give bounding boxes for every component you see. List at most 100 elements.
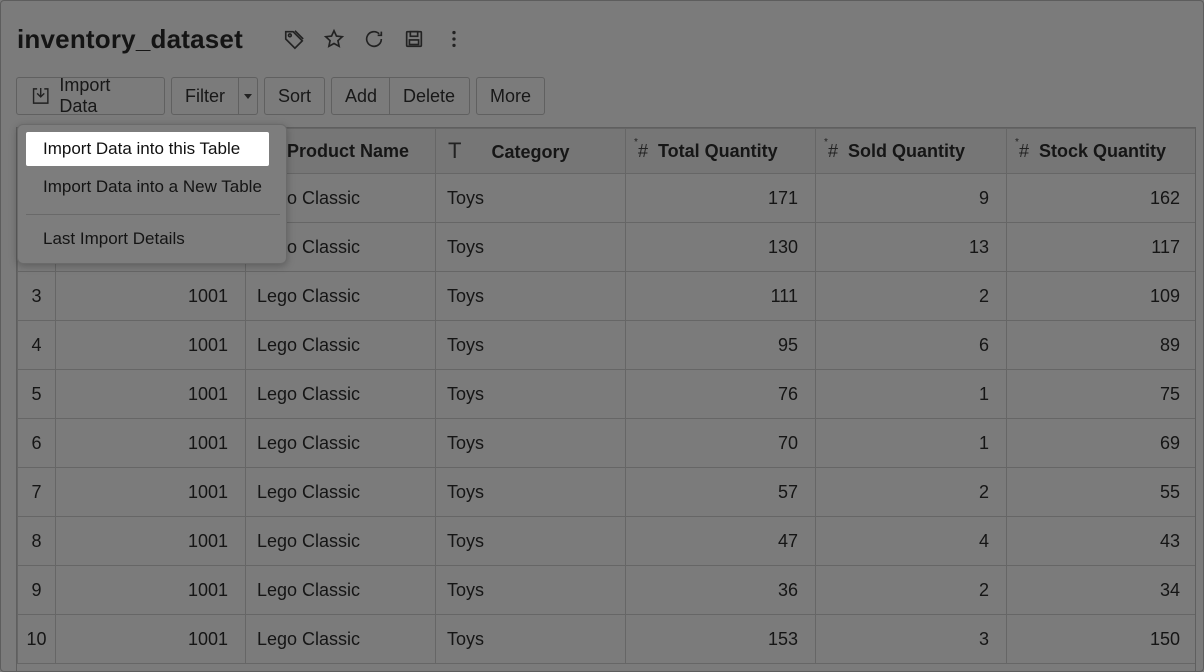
row-number-cell[interactable]: 9	[17, 565, 56, 615]
product-name-cell[interactable]: Lego Classic	[245, 467, 436, 517]
col-header-total-quantity[interactable]: * # Total Quantity	[625, 128, 816, 174]
table-row[interactable]: 6 1001 Lego Classic Toys 70 1 69	[17, 418, 1195, 468]
total-quantity-cell[interactable]: 76	[625, 369, 816, 419]
category-cell[interactable]: Toys	[435, 565, 626, 615]
total-quantity-cell[interactable]: 111	[625, 271, 816, 321]
menu-item-last-import-details[interactable]: Last Import Details	[26, 222, 280, 256]
product-name-cell[interactable]: Lego Classic	[245, 565, 436, 615]
product-name-cell[interactable]: Lego Classic	[245, 320, 436, 370]
stock-quantity-cell[interactable]: 43	[1006, 516, 1195, 566]
row-number-cell[interactable]: 6	[17, 418, 56, 468]
row-number-cell[interactable]: 8	[17, 516, 56, 566]
row-number-cell[interactable]: 7	[17, 467, 56, 517]
title-row: inventory_dataset	[17, 19, 467, 59]
tag-icon[interactable]	[281, 26, 307, 52]
stock-quantity-cell[interactable]: 69	[1006, 418, 1195, 468]
sold-quantity-cell[interactable]: 2	[815, 467, 1007, 517]
stock-quantity-cell[interactable]: 55	[1006, 467, 1195, 517]
row-number-cell[interactable]: 3	[17, 271, 56, 321]
product-name-cell[interactable]: Lego Classic	[245, 418, 436, 468]
table-row[interactable]: 7 1001 Lego Classic Toys 57 2 55	[17, 467, 1195, 517]
menu-item-import-into-this-table[interactable]: Import Data into this Table	[26, 132, 269, 166]
category-cell[interactable]: Toys	[435, 369, 626, 419]
total-quantity-cell[interactable]: 153	[625, 614, 816, 664]
stock-quantity-cell[interactable]: 117	[1006, 222, 1195, 272]
save-icon[interactable]	[401, 26, 427, 52]
id-cell[interactable]: 1001	[55, 467, 246, 517]
import-data-label: Import Data	[59, 75, 111, 116]
category-cell[interactable]: Toys	[435, 222, 626, 272]
table-row[interactable]: 10 1001 Lego Classic Toys 153 3 150	[17, 614, 1195, 664]
menu-item-import-into-new-table[interactable]: Import Data into a New Table	[26, 170, 280, 204]
id-cell[interactable]: 1001	[55, 320, 246, 370]
number-type-icon: * #	[1015, 136, 1030, 161]
sold-quantity-cell[interactable]: 2	[815, 271, 1007, 321]
filter-dropdown-button[interactable]	[238, 77, 258, 115]
col-header-stock-quantity[interactable]: * # Stock Quantity	[1006, 128, 1195, 174]
total-quantity-cell[interactable]: 171	[625, 173, 816, 223]
id-cell[interactable]: 1001	[55, 271, 246, 321]
sort-button[interactable]: Sort	[264, 77, 325, 115]
title-icons	[281, 26, 467, 52]
table-row[interactable]: 4 1001 Lego Classic Toys 95 6 89	[17, 320, 1195, 370]
total-quantity-cell[interactable]: 130	[625, 222, 816, 272]
table-row[interactable]: 8 1001 Lego Classic Toys 47 4 43	[17, 516, 1195, 566]
category-cell[interactable]: Toys	[435, 614, 626, 664]
sold-quantity-cell[interactable]: 1	[815, 418, 1007, 468]
product-name-cell[interactable]: Lego Classic	[245, 271, 436, 321]
stock-quantity-cell[interactable]: 34	[1006, 565, 1195, 615]
sold-quantity-cell[interactable]: 3	[815, 614, 1007, 664]
id-cell[interactable]: 1001	[55, 565, 246, 615]
sold-quantity-cell[interactable]: 1	[815, 369, 1007, 419]
row-number-cell[interactable]: 10	[17, 614, 56, 664]
sold-quantity-cell[interactable]: 4	[815, 516, 1007, 566]
col-header-sold-quantity[interactable]: * # Sold Quantity	[815, 128, 1007, 174]
category-cell[interactable]: Toys	[435, 467, 626, 517]
filter-label: Filter	[185, 85, 225, 106]
category-cell[interactable]: Toys	[435, 516, 626, 566]
product-name-cell[interactable]: Lego Classic	[245, 369, 436, 419]
category-cell[interactable]: Toys	[435, 418, 626, 468]
delete-button[interactable]: Delete	[389, 77, 470, 115]
import-data-button[interactable]: Import Data	[16, 75, 165, 116]
add-label: Add	[345, 85, 378, 106]
table-row[interactable]: 5 1001 Lego Classic Toys 76 1 75	[17, 369, 1195, 419]
total-quantity-cell[interactable]: 70	[625, 418, 816, 468]
id-cell[interactable]: 1001	[55, 516, 246, 566]
product-name-cell[interactable]: Lego Classic	[245, 614, 436, 664]
id-cell[interactable]: 1001	[55, 418, 246, 468]
product-name-cell[interactable]: Lego Classic	[245, 516, 436, 566]
total-quantity-cell[interactable]: 47	[625, 516, 816, 566]
refresh-icon[interactable]	[361, 26, 387, 52]
table-row[interactable]: 3 1001 Lego Classic Toys 111 2 109	[17, 271, 1195, 321]
category-cell[interactable]: Toys	[435, 173, 626, 223]
sold-quantity-header-label: Sold Quantity	[848, 140, 966, 161]
delete-label: Delete	[403, 85, 456, 106]
more-button[interactable]: More	[476, 77, 545, 115]
row-number-cell[interactable]: 4	[17, 320, 56, 370]
total-quantity-cell[interactable]: 36	[625, 565, 816, 615]
star-icon[interactable]	[321, 26, 347, 52]
total-quantity-cell[interactable]: 57	[625, 467, 816, 517]
more-vertical-icon[interactable]	[441, 26, 467, 52]
import-data-menu: Import Data into this Table Import Data …	[17, 124, 287, 264]
id-cell[interactable]: 1001	[55, 369, 246, 419]
filter-button[interactable]: Filter	[171, 77, 239, 115]
sold-quantity-cell[interactable]: 2	[815, 565, 1007, 615]
stock-quantity-cell[interactable]: 75	[1006, 369, 1195, 419]
row-number-cell[interactable]: 5	[17, 369, 56, 419]
category-cell[interactable]: Toys	[435, 320, 626, 370]
id-cell[interactable]: 1001	[55, 614, 246, 664]
category-cell[interactable]: Toys	[435, 271, 626, 321]
stock-quantity-cell[interactable]: 162	[1006, 173, 1195, 223]
sold-quantity-cell[interactable]: 13	[815, 222, 1007, 272]
add-button[interactable]: Add	[331, 77, 390, 115]
sold-quantity-cell[interactable]: 6	[815, 320, 1007, 370]
table-row[interactable]: 9 1001 Lego Classic Toys 36 2 34	[17, 565, 1195, 615]
stock-quantity-cell[interactable]: 150	[1006, 614, 1195, 664]
total-quantity-cell[interactable]: 95	[625, 320, 816, 370]
stock-quantity-cell[interactable]: 89	[1006, 320, 1195, 370]
col-header-category[interactable]: T Category	[435, 128, 626, 174]
sold-quantity-cell[interactable]: 9	[815, 173, 1007, 223]
stock-quantity-cell[interactable]: 109	[1006, 271, 1195, 321]
